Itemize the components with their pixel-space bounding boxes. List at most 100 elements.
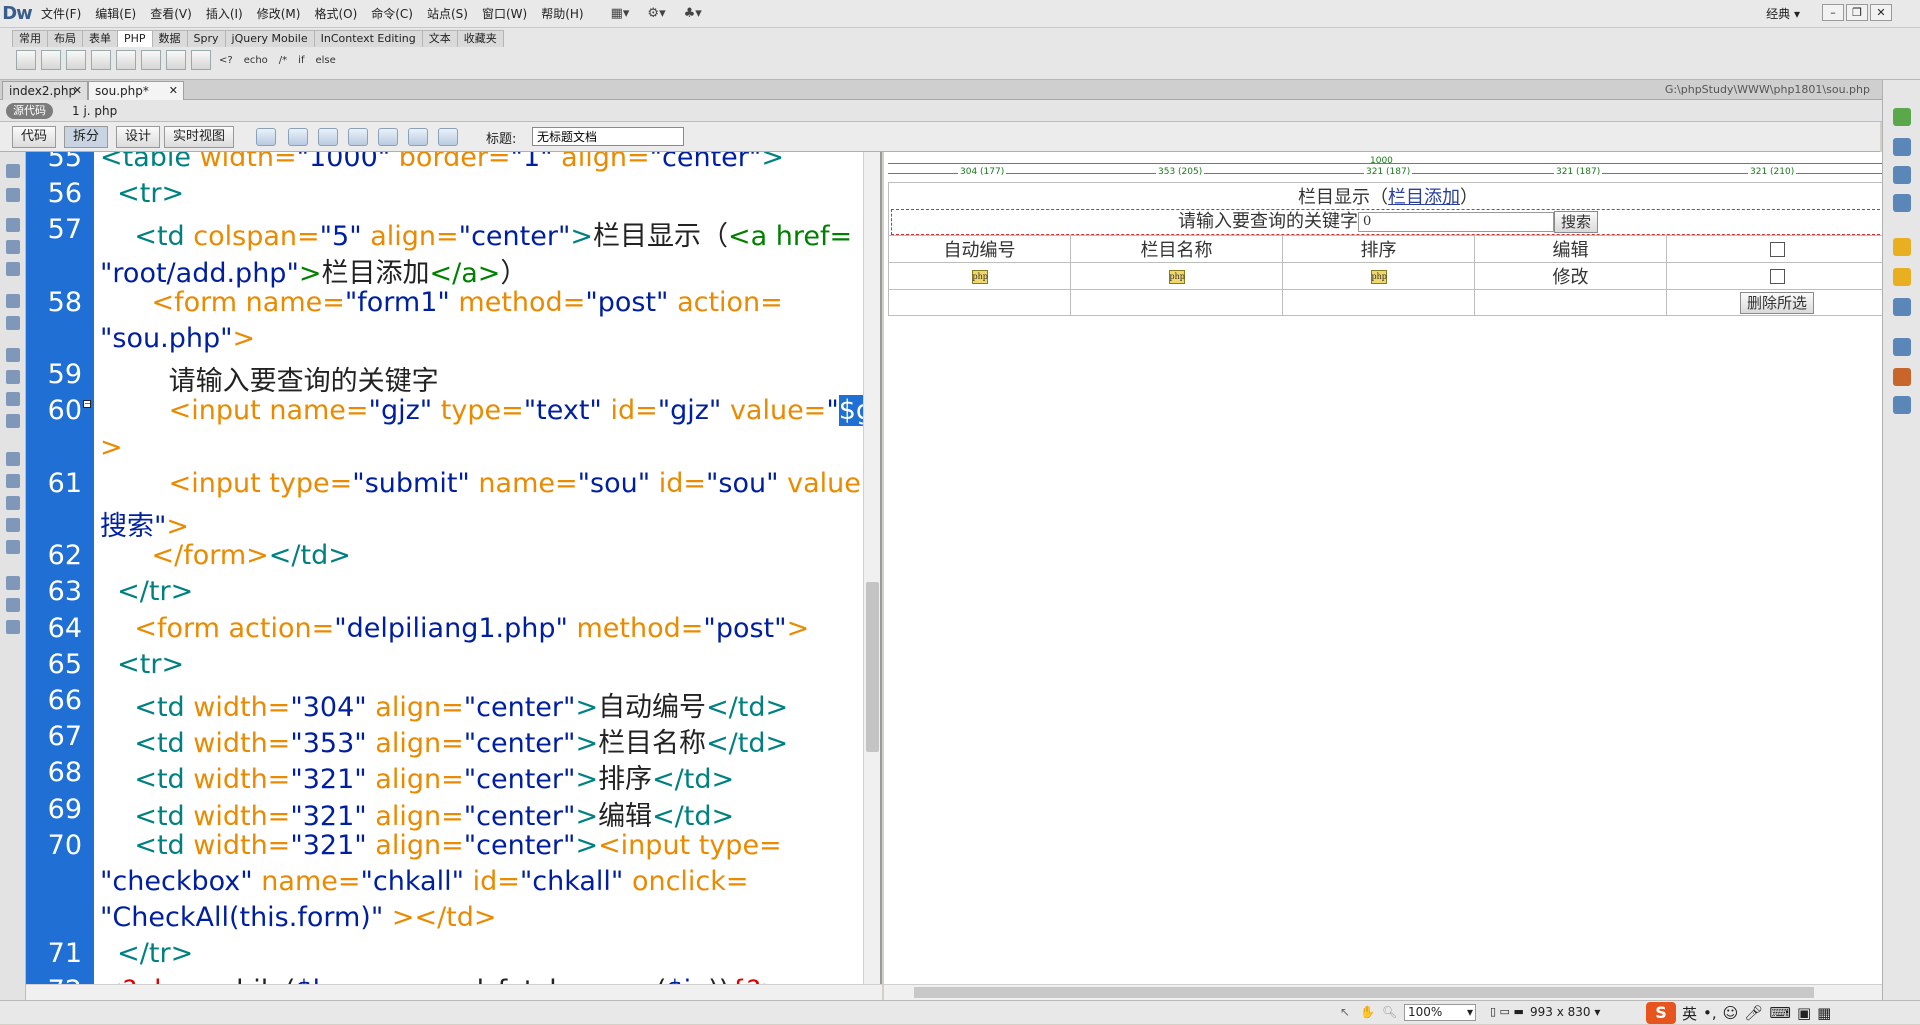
if-button[interactable]: if <box>295 55 307 66</box>
comment-button[interactable]: /* <box>276 55 290 66</box>
title-input[interactable] <box>532 127 684 146</box>
delete-selected-button[interactable]: 删除所选 <box>1739 291 1814 314</box>
multiscreen-icon[interactable] <box>256 128 276 146</box>
code-block-button[interactable]: <? <box>216 55 236 66</box>
add-column-link[interactable]: 栏目添加 <box>1388 187 1460 208</box>
gear-icon[interactable]: ⚙▾ <box>647 6 665 21</box>
ime-language[interactable]: 英 <box>1682 1003 1697 1024</box>
window-size-icon[interactable]: ▯ ▭ ▬ <box>1490 1005 1524 1018</box>
insert-tab-php[interactable]: PHP <box>117 30 153 47</box>
site-tree-icon[interactable]: ♣▾ <box>684 6 702 21</box>
menu-insert[interactable]: 插入(I) <box>199 0 250 28</box>
snippets-icon[interactable] <box>1893 396 1911 414</box>
insert-tab-text[interactable]: 文本 <box>421 30 458 47</box>
close-icon[interactable]: ✕ <box>169 82 178 100</box>
skin-icon[interactable]: ▣ <box>1797 1004 1811 1022</box>
session-variable-icon[interactable] <box>66 50 86 70</box>
refresh-icon[interactable] <box>438 128 458 146</box>
css-panel-icon[interactable] <box>1893 138 1911 156</box>
related-file[interactable]: 1 j. php <box>72 103 117 119</box>
insert-tab-incontext[interactable]: InContext Editing <box>313 30 423 47</box>
insert-tab-layout[interactable]: 布局 <box>47 30 83 47</box>
outdent-code-icon[interactable] <box>6 598 20 612</box>
wrap-tag-icon[interactable] <box>6 496 20 510</box>
open-documents-icon[interactable] <box>6 164 20 178</box>
select-all-checkbox[interactable] <box>1769 242 1785 257</box>
form-variable-icon[interactable] <box>41 50 61 70</box>
apply-comment-icon[interactable] <box>6 452 20 466</box>
code-vertical-scrollbar[interactable] <box>863 152 880 984</box>
collapse-icon[interactable]: − <box>83 400 91 408</box>
ap-elements-icon[interactable] <box>1893 166 1911 184</box>
browser-compat-icon[interactable] <box>378 128 398 146</box>
select-tool-icon[interactable]: ↖ <box>1340 1005 1350 1019</box>
server-behaviors-icon[interactable] <box>1893 268 1911 286</box>
insert-tab-jquery-mobile[interactable]: jQuery Mobile <box>224 30 315 47</box>
toolbox-icon[interactable]: ▦ <box>1817 1004 1831 1022</box>
url-variable-icon[interactable] <box>16 50 36 70</box>
zoom-tool-icon[interactable]: 🔍︎ <box>1382 1005 1397 1019</box>
move-css-icon[interactable] <box>6 540 20 554</box>
preview-browser-icon[interactable] <box>288 128 308 146</box>
search-button[interactable]: 搜索 <box>1553 211 1598 233</box>
scroll-thumb[interactable] <box>866 582 879 752</box>
close-icon[interactable]: ✕ <box>73 82 82 100</box>
w3c-validation-icon[interactable] <box>348 128 368 146</box>
menu-view[interactable]: 查看(V) <box>143 0 199 28</box>
insert-tab-spry[interactable]: Spry <box>186 30 226 47</box>
insert-tab-favorites[interactable]: 收藏夹 <box>456 30 504 47</box>
source-code-button[interactable]: 源代码 <box>6 103 53 119</box>
keyboard-icon[interactable]: ⌨ <box>1769 1004 1791 1022</box>
files-panel-icon[interactable] <box>1893 338 1911 356</box>
require-icon[interactable] <box>141 50 161 70</box>
code-editor[interactable]: 55 56 57 58 59 60 61 62 63 64 65 66 67 68 69 70 71 72 <ta… <box>26 152 882 984</box>
server-object-icon[interactable] <box>191 50 211 70</box>
row-checkbox[interactable] <box>1769 269 1785 284</box>
design-view-button[interactable]: 设计 <box>116 126 161 148</box>
menu-window[interactable]: 窗口(W) <box>475 0 534 28</box>
expand-all-icon[interactable] <box>6 262 20 276</box>
window-dimensions[interactable]: 993 x 830 ▾ <box>1530 1005 1600 1019</box>
bindings-icon[interactable] <box>1893 298 1911 316</box>
insert-tab-common[interactable]: 常用 <box>12 30 48 47</box>
keyword-input[interactable]: 0 <box>1357 212 1554 232</box>
include-icon[interactable] <box>116 50 136 70</box>
ime-toolbar[interactable]: S 英 •, ☺ 🎤︎ ⌨ ▣ ▦ <box>1646 1001 1831 1025</box>
remove-comment-icon[interactable] <box>6 474 20 488</box>
zoom-select[interactable]: 100% ▾ <box>1404 1004 1476 1021</box>
assets-panel-icon[interactable] <box>1893 368 1911 386</box>
else-button[interactable]: else <box>312 55 338 66</box>
menu-help[interactable]: 帮助(H) <box>534 0 590 28</box>
workspace-switcher[interactable]: 经典 ▾ <box>1766 0 1800 28</box>
balance-braces-icon[interactable] <box>6 316 20 330</box>
minimize-button[interactable]: – <box>1822 4 1844 21</box>
tab-index2-php[interactable]: index2.php ✕ <box>2 81 88 100</box>
live-view-button[interactable]: 实时视图 <box>164 126 235 148</box>
cookie-variable-icon[interactable] <box>91 50 111 70</box>
format-source-icon[interactable] <box>6 620 20 634</box>
indent-code-icon[interactable] <box>6 576 20 590</box>
collapse-selection-icon[interactable] <box>6 240 20 254</box>
syntax-error-icon[interactable] <box>6 392 20 406</box>
highlight-invalid-icon[interactable] <box>6 370 20 384</box>
tab-sou-php[interactable]: sou.php* ✕ <box>88 81 184 100</box>
close-button[interactable]: ✕ <box>1870 4 1892 21</box>
layout-grid-icon[interactable]: ▦▾ <box>611 6 630 21</box>
hand-tool-icon[interactable]: ✋ <box>1360 1005 1375 1019</box>
menu-edit[interactable]: 编辑(E) <box>88 0 143 28</box>
code-view-button[interactable]: 代码 <box>12 126 57 148</box>
design-view[interactable]: 1000 304 (177) 353 (205) 321 (187) 321 (… <box>884 152 1882 984</box>
insert-panel-icon[interactable] <box>1893 108 1911 126</box>
scroll-thumb[interactable] <box>914 987 1814 998</box>
microphone-icon[interactable]: 🎤︎ <box>1744 1004 1763 1022</box>
line-numbers-icon[interactable] <box>6 348 20 362</box>
recent-snippets-icon[interactable] <box>6 518 20 532</box>
menu-commands[interactable]: 命令(C) <box>364 0 420 28</box>
visual-aids-icon[interactable] <box>408 128 428 146</box>
insert-tab-data[interactable]: 数据 <box>151 30 188 47</box>
menu-modify[interactable]: 修改(M) <box>250 0 308 28</box>
show-code-nav-icon[interactable] <box>6 188 20 202</box>
code-horizontal-scrollbar[interactable] <box>26 984 882 1000</box>
design-horizontal-scrollbar[interactable] <box>884 984 1882 1000</box>
restore-button[interactable]: ❐ <box>1846 4 1868 21</box>
